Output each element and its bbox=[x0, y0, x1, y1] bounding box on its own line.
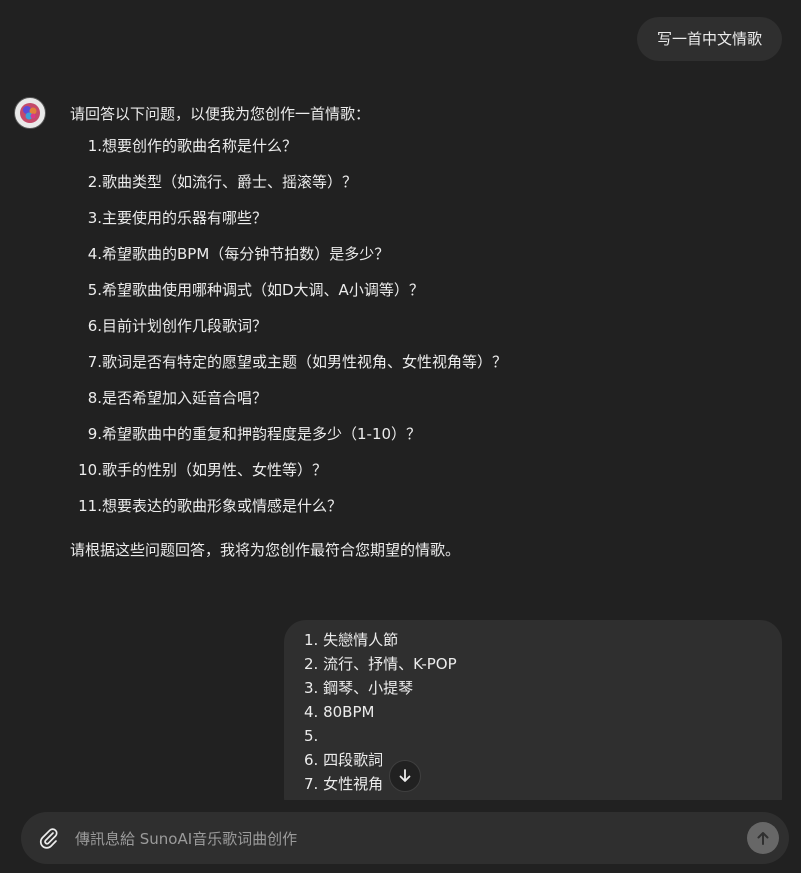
message-input[interactable] bbox=[73, 812, 677, 866]
question-text: 歌曲类型（如流行、爵士、摇滚等）？ bbox=[102, 173, 358, 191]
assistant-message: 请回答以下问题，以便我为您创作一首情歌： 1. 想要创作的歌曲名称是什么？ 2. 歌曲… bbox=[70, 100, 770, 564]
paperclip-icon bbox=[39, 828, 58, 849]
attach-button[interactable] bbox=[37, 826, 61, 850]
question-number: 4. bbox=[87, 245, 102, 263]
answer-line: 1. 失戀情人節 bbox=[304, 631, 399, 649]
answer-line: 5. bbox=[304, 727, 319, 745]
assistant-intro: 请回答以下问题，以便我为您创作一首情歌： bbox=[70, 105, 371, 123]
question-number: 11. bbox=[78, 497, 102, 515]
question-item: 4. 希望歌曲的BPM（每分钟节拍数）是多少？ bbox=[70, 236, 770, 272]
question-item: 8. 是否希望加入延音合唱？ bbox=[70, 380, 770, 416]
scroll-down-button[interactable] bbox=[389, 760, 421, 792]
question-item: 3. 主要使用的乐器有哪些？ bbox=[70, 200, 770, 236]
question-item: 11. 想要表达的歌曲形象或情感是什么？ bbox=[70, 488, 770, 524]
question-item: 1. 想要创作的歌曲名称是什么？ bbox=[70, 128, 770, 164]
answer-line: 3. 鋼琴、小提琴 bbox=[304, 679, 414, 697]
answer-line: 6. 四段歌詞 bbox=[304, 751, 384, 769]
question-item: 6. 目前计划创作几段歌词？ bbox=[70, 308, 770, 344]
question-text: 歌词是否有特定的愿望或主题（如男性视角、女性视角等）？ bbox=[102, 353, 508, 371]
assistant-avatar bbox=[14, 97, 46, 129]
assistant-outro: 请根据这些问题回答，我将为您创作最符合您期望的情歌。 bbox=[70, 541, 461, 559]
send-button[interactable] bbox=[747, 822, 779, 854]
question-text: 希望歌曲使用哪种调式（如D大调、A小调等）？ bbox=[102, 281, 424, 299]
question-number: 9. bbox=[87, 425, 102, 443]
question-text: 希望歌曲中的重复和押韵程度是多少（1-10）？ bbox=[102, 425, 422, 443]
question-text: 希望歌曲的BPM（每分钟节拍数）是多少？ bbox=[102, 245, 390, 263]
question-text: 目前计划创作几段歌词？ bbox=[102, 317, 268, 335]
question-item: 9. 希望歌曲中的重复和押韵程度是多少（1-10）？ bbox=[70, 416, 770, 452]
answer-line: 4. 80BPM bbox=[304, 703, 375, 721]
answer-line: 2. 流行、抒情、K-POP bbox=[304, 655, 457, 673]
question-text: 是否希望加入延音合唱？ bbox=[102, 389, 268, 407]
question-text: 主要使用的乐器有哪些？ bbox=[102, 209, 268, 227]
question-list: 1. 想要创作的歌曲名称是什么？ 2. 歌曲类型（如流行、爵士、摇滚等）？ 3. 主要使用… bbox=[70, 128, 770, 524]
question-number: 7. bbox=[87, 353, 102, 371]
user-message-bubble: 写一首中文情歌 bbox=[636, 17, 782, 61]
question-text: 想要表达的歌曲形象或情感是什么？ bbox=[102, 497, 343, 515]
question-item: 5. 希望歌曲使用哪种调式（如D大调、A小调等）？ bbox=[70, 272, 770, 308]
question-number: 10. bbox=[78, 461, 102, 479]
assistant-avatar-icon bbox=[20, 103, 40, 123]
question-number: 6. bbox=[87, 317, 102, 335]
message-composer bbox=[21, 812, 789, 866]
answer-line: 7. 女性視角 bbox=[304, 775, 384, 793]
question-text: 想要创作的歌曲名称是什么？ bbox=[102, 137, 298, 155]
user-answer-bubble: 1. 失戀情人節 2. 流行、抒情、K-POP 3. 鋼琴、小提琴 4. 80BPM 5… bbox=[284, 620, 782, 820]
question-item: 7. 歌词是否有特定的愿望或主题（如男性视角、女性视角等）？ bbox=[70, 344, 770, 380]
question-number: 2. bbox=[87, 173, 102, 191]
question-number: 3. bbox=[87, 209, 102, 227]
question-number: 1. bbox=[87, 137, 102, 155]
question-item: 10. 歌手的性别（如男性、女性等）？ bbox=[70, 452, 770, 488]
arrow-down-icon bbox=[399, 769, 411, 782]
question-text: 歌手的性别（如男性、女性等）？ bbox=[102, 461, 328, 479]
arrow-up-icon bbox=[757, 832, 769, 845]
user-message-text: 写一首中文情歌 bbox=[656, 30, 762, 48]
question-number: 8. bbox=[87, 389, 102, 407]
question-number: 5. bbox=[87, 281, 102, 299]
question-item: 2. 歌曲类型（如流行、爵士、摇滚等）？ bbox=[70, 164, 770, 200]
